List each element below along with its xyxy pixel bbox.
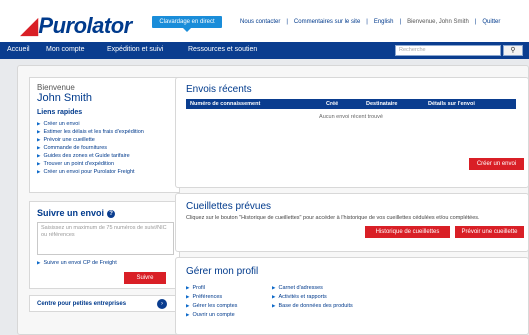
utility-links: Nous contacter | Commentaires sur le site |… (240, 19, 500, 25)
pickups-description: Cliquez sur le bouton "Historique de cue… (186, 215, 480, 221)
track-button[interactable]: Suivre (124, 272, 166, 284)
separator: | (474, 19, 477, 25)
manage-profile-panel: Gérer mon profil ▶ Profil ▶ Préférences ▶ G… (175, 257, 529, 335)
column-header: Détails sur l'envoi (428, 101, 475, 107)
chevron-right-icon: ▶ (272, 294, 276, 299)
chevron-right-icon: ▶ (37, 121, 41, 126)
separator: | (399, 19, 402, 25)
profile-links-col1: ▶ Profil ▶ Préférences ▶ Gérer les comptes … (186, 283, 237, 319)
quick-link-order-supplies[interactable]: ▶ Commande de fournitures (37, 144, 144, 152)
separator: | (366, 19, 368, 25)
search-input[interactable]: Recherche (395, 45, 501, 56)
chevron-right-icon: ▶ (37, 161, 41, 166)
activity-reports-link[interactable]: ▶ Activités et rapports (272, 292, 353, 301)
profile-links-col2: ▶ Carnet d'adresses ▶ Activités et rapport… (272, 283, 353, 310)
profile-link[interactable]: ▶ Profil (186, 283, 237, 292)
arrow-right-circle-icon[interactable]: › (157, 299, 167, 309)
language-link[interactable]: English (374, 19, 394, 25)
tracking-numbers-input[interactable]: Saisissez un maximum de 75 numéros de su… (37, 222, 174, 255)
logout-link[interactable]: Quitter (482, 19, 500, 25)
recent-shipments-title: Envois récents (186, 84, 252, 95)
welcome-label: Bienvenue (37, 83, 75, 92)
freight-track-link[interactable]: ▶ Suivre un envoi CP de Freight (37, 260, 117, 266)
nav-item-resources-support[interactable]: Ressources et soutien (188, 46, 257, 53)
chevron-right-icon: ▶ (37, 169, 41, 174)
pickup-history-button[interactable]: Historique de cueillettes (365, 226, 450, 238)
scheduled-pickups-panel: Cueillettes prévues Cliquez sur le bouto… (175, 193, 529, 252)
track-shipment-panel: Suivre un envoi? Saisissez un maximum de… (29, 201, 180, 289)
live-chat-button[interactable]: Clavardage en direct (152, 16, 222, 28)
small-business-panel[interactable]: Centre pour petites entreprises › (29, 295, 180, 312)
user-name: John Smith (37, 92, 93, 104)
chevron-right-icon: ▶ (186, 303, 190, 308)
create-shipment-button[interactable]: Créer un envoi (469, 158, 524, 170)
nav-item-my-account[interactable]: Mon compte (46, 46, 85, 53)
chevron-right-icon: ▶ (37, 153, 41, 158)
top-header: ◢Purolator Clavardage en direct Nous con… (0, 0, 529, 42)
feedback-link[interactable]: Commentaires sur le site (294, 19, 360, 25)
schedule-pickup-button[interactable]: Prévoir une cueillette (455, 226, 524, 238)
chevron-right-icon: ▶ (37, 260, 41, 265)
product-database-link[interactable]: ▶ Base de données des produits (272, 301, 353, 310)
nav-item-shipping-tracking[interactable]: Expédition et suivi (107, 46, 163, 53)
open-account-link[interactable]: ▶ Ouvrir un compte (186, 310, 237, 319)
separator: | (286, 19, 288, 25)
quick-link-create-shipment[interactable]: ▶ Créer un envoi (37, 120, 144, 128)
user-greeting: Bienvenue, John Smith (407, 19, 469, 25)
chevron-right-icon: ▶ (186, 294, 190, 299)
shipments-table-header: Numéro de connaissement Créé Destinatair… (186, 99, 516, 109)
logo-text: Purolator (38, 13, 132, 38)
chevron-right-icon: ▶ (272, 303, 276, 308)
chevron-right-icon: ▶ (37, 137, 41, 142)
chevron-right-icon: ▶ (37, 145, 41, 150)
preferences-link[interactable]: ▶ Préférences (186, 292, 237, 301)
pickups-title: Cueillettes prévues (186, 201, 272, 212)
column-header: Numéro de connaissement (190, 101, 261, 107)
profile-title: Gérer mon profil (186, 266, 259, 277)
quick-link-find-location[interactable]: ▶ Trouver un point d'expédition (37, 160, 144, 168)
quick-link-schedule-pickup[interactable]: ▶ Prévoir une cueillette (37, 136, 144, 144)
logo-mark-icon: ◢ (21, 13, 38, 38)
search-button[interactable]: ⚲ (503, 45, 523, 56)
search-icon: ⚲ (510, 47, 516, 54)
column-header: Destinataire (366, 101, 398, 107)
quick-link-zone-guides[interactable]: ▶ Guides des zones et Guide tarifaire (37, 152, 144, 160)
chevron-right-icon: ▶ (186, 312, 190, 317)
empty-message: Aucun envoi récent trouvé (319, 114, 383, 120)
welcome-panel: Bienvenue John Smith Liens rapides ▶ Crée… (29, 77, 180, 193)
address-book-link[interactable]: ▶ Carnet d'adresses (272, 283, 353, 292)
chat-bubble-tail-icon (183, 28, 191, 32)
small-business-link[interactable]: Centre pour petites entreprises (37, 301, 126, 307)
nav-item-home[interactable]: Accueil (7, 46, 30, 53)
chevron-right-icon: ▶ (186, 285, 190, 290)
track-title: Suivre un envoi? (37, 208, 116, 218)
column-header: Créé (326, 101, 339, 107)
contact-link[interactable]: Nous contacter (240, 19, 280, 25)
quick-link-estimate[interactable]: ▶ Estimer les délais et les frais d'expéd… (37, 128, 144, 136)
help-icon[interactable]: ? (107, 210, 116, 218)
quick-link-freight[interactable]: ▶ Créer un envoi pour Purolator Freight (37, 168, 144, 176)
purolator-logo[interactable]: ◢Purolator (21, 13, 132, 39)
quick-links-title: Liens rapides (37, 109, 83, 116)
chevron-right-icon: ▶ (272, 285, 276, 290)
quick-links-list: ▶ Créer un envoi ▶ Estimer les délais et l… (37, 120, 144, 176)
manage-accounts-link[interactable]: ▶ Gérer les comptes (186, 301, 237, 310)
chevron-right-icon: ▶ (37, 129, 41, 134)
recent-shipments-panel: Envois récents Numéro de connaissement C… (175, 77, 529, 188)
